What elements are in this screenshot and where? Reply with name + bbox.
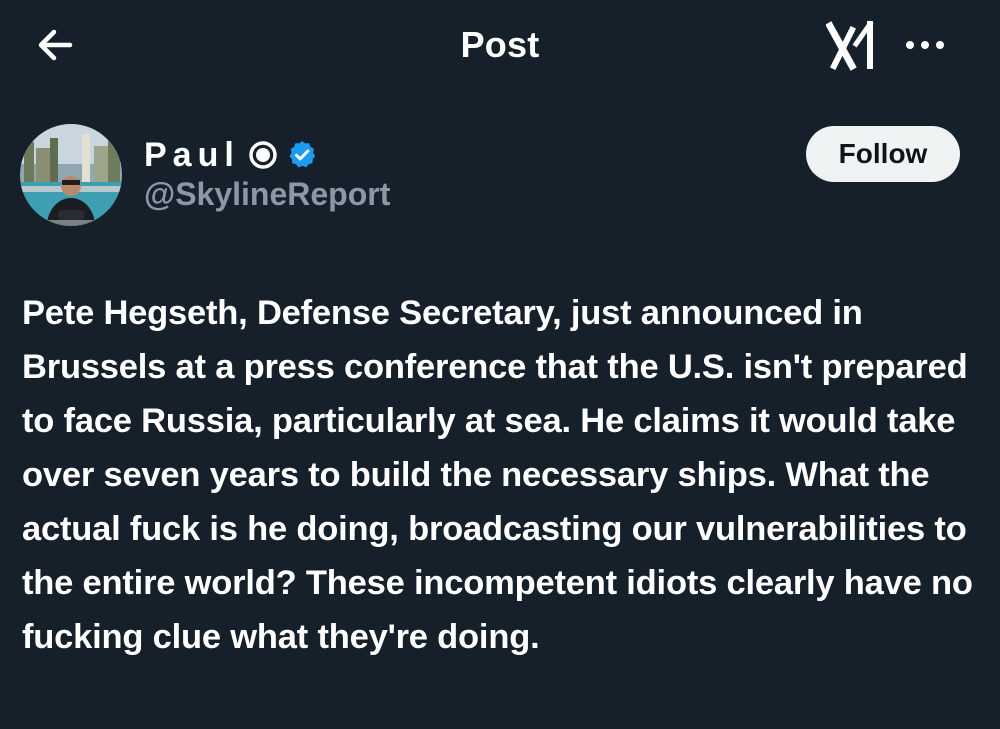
user-handle[interactable]: @SkylineReport [144,176,390,213]
post-text: Pete Hegseth, Defense Secretary, just an… [22,294,973,656]
display-name[interactable]: Paul [144,136,240,175]
top-bar: Post [0,0,1000,90]
verified-badge-icon [289,141,316,168]
avatar-photo [20,124,122,226]
grok-button[interactable] [825,20,882,72]
follow-button[interactable]: Follow [806,126,960,182]
post-screen: Post Paul @SkylineReport Follow Pete Heg… [0,0,1000,729]
avatar[interactable] [20,124,122,226]
more-horizontal-icon [906,41,944,49]
display-name-row: Paul [144,134,318,176]
more-options-button[interactable] [900,30,950,60]
grok-icon [825,20,874,71]
circle-dot-icon [249,141,277,169]
